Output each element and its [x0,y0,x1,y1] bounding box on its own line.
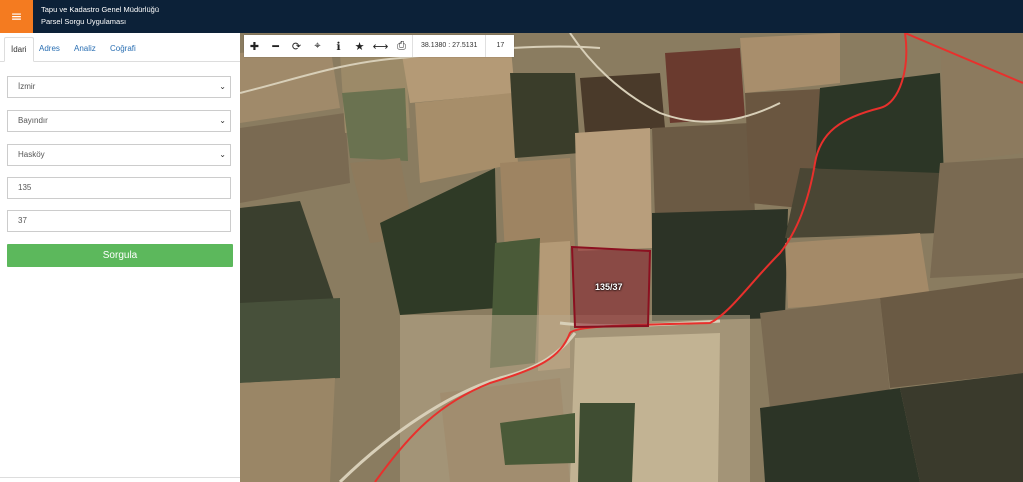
parcel-label: 135/37 [595,282,623,292]
block-number-input[interactable]: 135 [7,177,231,199]
print-icon[interactable]: ⎙ [391,35,412,57]
sidebar-footer-divider [0,477,240,482]
block-number-value: 135 [18,183,32,192]
zoom-level-readout: 17 [485,35,514,57]
tab-adres[interactable]: Adres [33,37,66,60]
measure-icon[interactable]: ⟷ [370,35,391,57]
tab-idari[interactable]: İdari [4,37,34,62]
province-value: İzmir [18,82,36,91]
district-select[interactable]: Bayındır ⌄ [7,110,231,132]
app-subtitle: Parsel Sorgu Uygulaması [41,17,127,26]
query-button[interactable]: Sorgula [7,244,233,267]
info-icon[interactable]: ℹ [328,35,349,57]
neighborhood-value: Hasköy [18,150,45,159]
star-icon[interactable]: ★ [349,35,370,57]
coordinate-readout: 38.1380 : 27.5131 [412,35,485,57]
tab-cografi[interactable]: Coğrafi [104,37,142,60]
organization-title: Tapu ve Kadastro Genel Müdürlüğü [41,5,159,14]
locate-icon[interactable]: ⌖ [307,35,328,57]
query-tabs: İdari Adres Analiz Coğrafi [0,33,240,62]
zoom-in-icon[interactable]: ✚ [244,35,265,57]
province-select[interactable]: İzmir ⌄ [7,76,231,98]
neighborhood-select[interactable]: Hasköy ⌄ [7,144,231,166]
zoom-out-icon[interactable]: ━ [265,35,286,57]
map-toolbar: ✚ ━ ⟳ ⌖ ℹ ★ ⟷ ⎙ 38.1380 : 27.5131 17 [244,35,515,57]
refresh-icon[interactable]: ⟳ [286,35,307,57]
chevron-down-icon: ⌄ [219,82,226,91]
app-title: Tapu ve Kadastro Genel Müdürlüğü Parsel … [41,4,159,28]
chevron-down-icon: ⌄ [219,150,226,159]
parcel-number-value: 37 [18,216,27,225]
tab-analiz[interactable]: Analiz [68,37,102,60]
map-view[interactable]: 135/37 ✚ ━ ⟳ ⌖ ℹ ★ ⟷ ⎙ 38.1380 : 27.5131… [240,33,1023,482]
query-sidebar: İdari Adres Analiz Coğrafi İzmir ⌄ Bayın… [0,33,241,482]
satellite-imagery [240,33,1023,482]
district-value: Bayındır [18,116,48,125]
top-header: ≡ Tapu ve Kadastro Genel Müdürlüğü Parse… [0,0,1023,33]
parcel-number-input[interactable]: 37 [7,210,231,232]
hamburger-menu-icon[interactable]: ≡ [0,0,33,33]
chevron-down-icon: ⌄ [219,116,226,125]
